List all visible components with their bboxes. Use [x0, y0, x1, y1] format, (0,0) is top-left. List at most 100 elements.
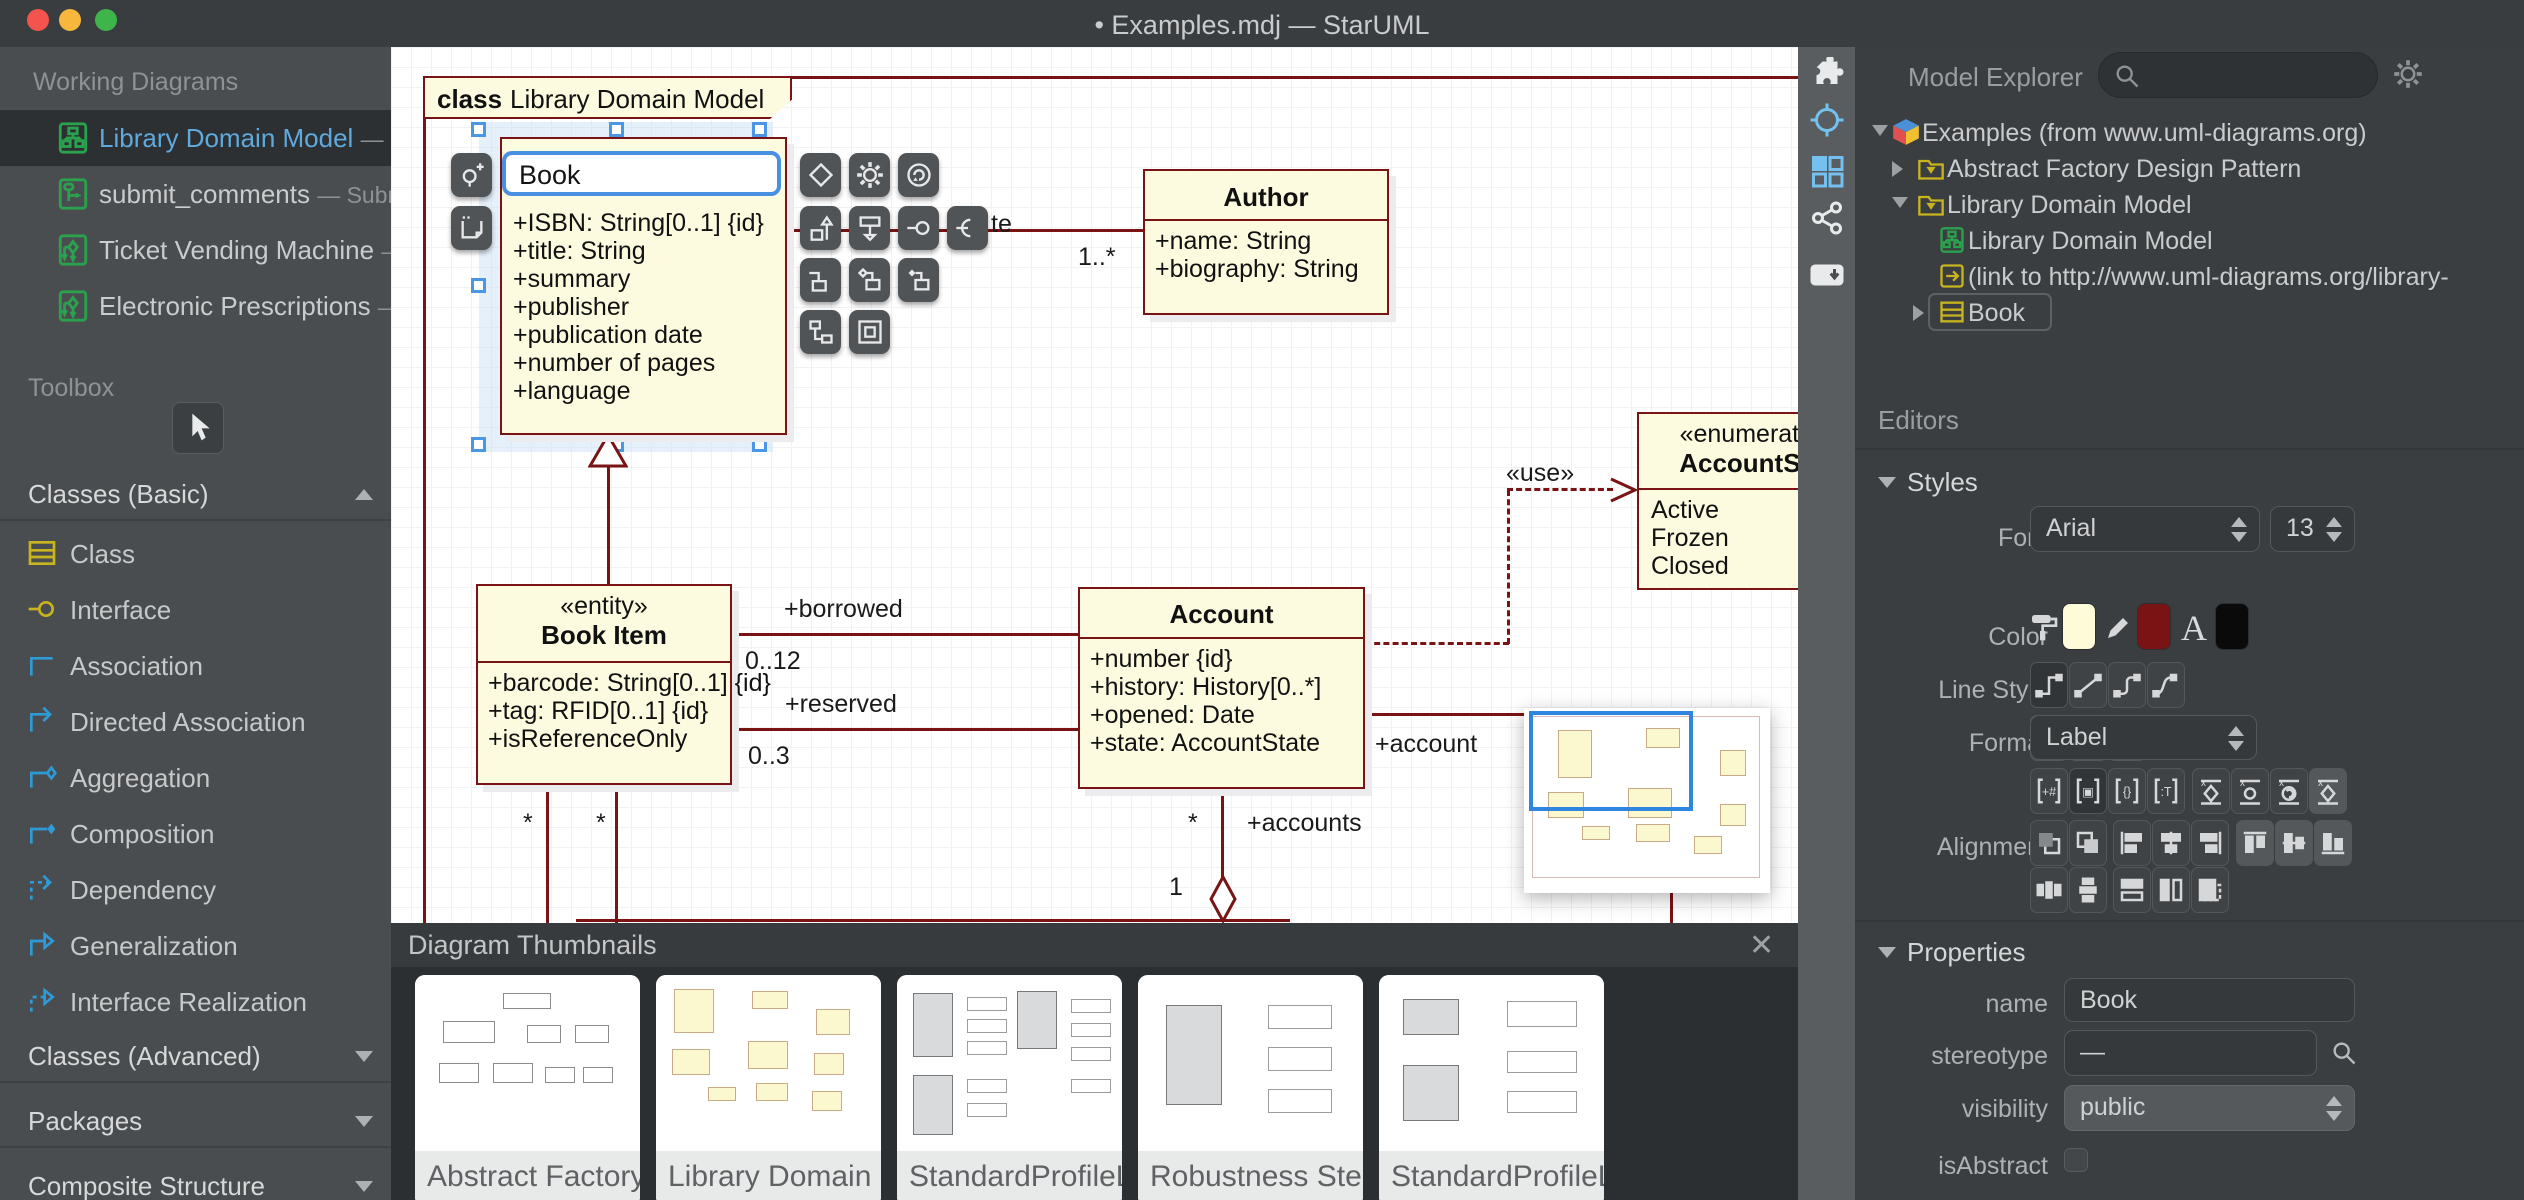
generalization-line[interactable] — [607, 466, 610, 584]
selection-handle[interactable] — [471, 278, 486, 293]
line-color-swatch[interactable] — [2137, 603, 2171, 650]
add-realization-button[interactable] — [849, 206, 890, 250]
reserved-association[interactable] — [732, 728, 1078, 731]
tree-item-abstract-factory-design-patter[interactable]: Abstract Factory Design Pattern — [1855, 151, 2524, 187]
use-dependency-h2[interactable] — [1507, 488, 1613, 491]
model-explorer-target-icon[interactable] — [1809, 102, 1845, 138]
add-nested-button[interactable] — [849, 310, 890, 354]
same-size-button[interactable] — [2191, 867, 2229, 913]
add-aggregation-button[interactable] — [849, 258, 890, 302]
oblique-button[interactable] — [2069, 662, 2107, 708]
bracket-plus-button[interactable]: +# — [2030, 768, 2068, 814]
use-dependency-h1[interactable] — [1365, 642, 1509, 645]
toolbox-item-class[interactable]: Class — [0, 525, 391, 581]
search-input[interactable] — [2098, 52, 2378, 98]
distribute-horizontal-button[interactable] — [2030, 867, 2068, 913]
toolbox-item-generalization[interactable]: Generalization — [0, 917, 391, 973]
toolbox-item-interface[interactable]: Interface — [0, 581, 391, 637]
add-generalization-button[interactable] — [800, 206, 841, 250]
working-diagram-item[interactable]: submit_comments — Submit — [0, 166, 391, 222]
stereotype-field[interactable]: — — [2064, 1030, 2317, 1076]
add-state-button[interactable] — [898, 153, 939, 197]
align-center-button[interactable] — [2152, 820, 2190, 866]
collapse-arrow-icon[interactable] — [1892, 161, 1903, 177]
add-composition-button[interactable] — [898, 258, 939, 302]
collapse-arrow-icon[interactable] — [1913, 305, 1924, 321]
text-color-swatch[interactable] — [2215, 603, 2249, 650]
working-diagram-item[interactable]: Ticket Vending Machine — T — [0, 222, 391, 278]
label-dropdown[interactable]: Label — [2030, 715, 2257, 760]
diagram-overview-minimap[interactable] — [1524, 708, 1770, 893]
add-association-button[interactable] — [800, 258, 841, 302]
add-required-interface-button[interactable] — [947, 206, 988, 250]
curve-button[interactable] — [2147, 662, 2185, 708]
selection-handle[interactable] — [471, 122, 486, 137]
class-name-edit-field[interactable]: Book — [502, 151, 781, 196]
close-icon[interactable]: ✕ — [1749, 928, 1774, 963]
properties-collapse-arrow[interactable] — [1878, 947, 1896, 958]
rectilinear-button[interactable] — [2030, 662, 2068, 708]
align-bottom-button[interactable] — [2314, 820, 2352, 866]
class-account-state[interactable]: «enumeration» AccountState ActiveFrozenC… — [1637, 412, 1798, 590]
book-item-line-2[interactable] — [615, 785, 618, 923]
align-middle-button[interactable] — [2275, 820, 2313, 866]
add-note-button[interactable] — [451, 206, 492, 250]
toolbox-section-header[interactable]: Packages — [0, 1098, 391, 1142]
same-width-button[interactable] — [2113, 867, 2151, 913]
align-left-button[interactable] — [2113, 820, 2151, 866]
tree-item--link-to-http-www-uml-diagrams[interactable]: (link to http://www.uml-diagrams.org/lib… — [1855, 259, 2524, 295]
class-author[interactable]: Author +name: String +biography: String — [1143, 169, 1389, 315]
suppress-diamond-alt-button[interactable]: x — [2309, 768, 2347, 814]
add-containment-button[interactable] — [800, 310, 841, 354]
diagram-canvas[interactable]: class Library Domain Model 1..* te +borr… — [391, 47, 1798, 1200]
same-height-button[interactable] — [2152, 867, 2190, 913]
thumbnail-abstract-factory-design[interactable]: Abstract Factory Design — [415, 975, 640, 1200]
selection-handle[interactable] — [752, 122, 767, 137]
working-diagram-item[interactable]: Library Domain Model — Lib — [0, 110, 391, 166]
add-diamond-button[interactable] — [800, 153, 841, 197]
visibility-select[interactable]: public — [2064, 1085, 2355, 1131]
add-element-button[interactable] — [451, 153, 492, 197]
align-right-button[interactable] — [2191, 820, 2229, 866]
selection-handle[interactable] — [752, 437, 767, 452]
gear-icon[interactable] — [2393, 59, 2423, 89]
tree-item-library-domain-model[interactable]: Library Domain Model — [1855, 187, 2524, 223]
toolbox-section-header[interactable]: Classes (Basic) — [0, 471, 391, 515]
tree-item-book[interactable]: Book — [1855, 293, 2524, 331]
font-family-select[interactable]: Arial — [2030, 506, 2260, 552]
book-item-line-1[interactable] — [546, 785, 549, 923]
align-top-button[interactable] — [2236, 820, 2274, 866]
styles-collapse-arrow[interactable] — [1878, 477, 1896, 488]
suppress-state-button[interactable]: x — [2270, 768, 2308, 814]
class-account[interactable]: Account +number {id} +history: History[0.… — [1078, 587, 1365, 789]
suppress-gear-button[interactable]: x — [2231, 768, 2269, 814]
pencil-icon[interactable] — [2103, 613, 2133, 643]
bracket-brace-button[interactable]: {} — [2108, 768, 2146, 814]
toolbox-item-aggregation[interactable]: Aggregation — [0, 749, 391, 805]
toolbox-item-composition[interactable]: Composition — [0, 805, 391, 861]
distribute-vertical-button[interactable] — [2069, 867, 2107, 913]
stereotype-search-icon[interactable] — [2330, 1039, 2358, 1067]
working-diagram-item[interactable]: Electronic Prescriptions — E — [0, 278, 391, 334]
use-dependency-v[interactable] — [1507, 490, 1510, 644]
add-interface-button[interactable] — [898, 206, 939, 250]
toolbox-item-dependency[interactable]: Dependency — [0, 861, 391, 917]
bracket-box-button[interactable]: ▣ — [2069, 768, 2107, 814]
tree-item-library-domain-model[interactable]: Library Domain Model — [1855, 223, 2524, 259]
toolbox-section-header[interactable]: Composite Structure — [0, 1163, 391, 1200]
paint-roller-icon[interactable] — [2028, 611, 2060, 643]
selection-handle[interactable] — [471, 437, 486, 452]
toolbox-item-interface-realization[interactable]: Interface Realization — [0, 973, 391, 1029]
expand-arrow-icon[interactable] — [1892, 197, 1908, 208]
extensions-puzzle-icon[interactable] — [1809, 57, 1845, 93]
thumbnail-standardprofilel3[interactable]: StandardProfileL3 — [1379, 975, 1604, 1200]
toolbox-item-directed-association[interactable]: Directed Association — [0, 693, 391, 749]
name-field[interactable]: Book — [2064, 978, 2355, 1022]
bring-to-front-button[interactable] — [2069, 820, 2107, 866]
bracket-type-button[interactable]: :T — [2147, 768, 2185, 814]
minimap-viewport[interactable] — [1529, 711, 1693, 811]
font-size-spinner[interactable]: 13 — [2270, 506, 2355, 552]
thumbnail-standardprofilel2[interactable]: StandardProfileL2 — [897, 975, 1122, 1200]
borrowed-association[interactable] — [732, 633, 1078, 636]
tree-item-examples-from-www-uml-diagrams[interactable]: Examples (from www.uml-diagrams.org) — [1855, 115, 2524, 151]
